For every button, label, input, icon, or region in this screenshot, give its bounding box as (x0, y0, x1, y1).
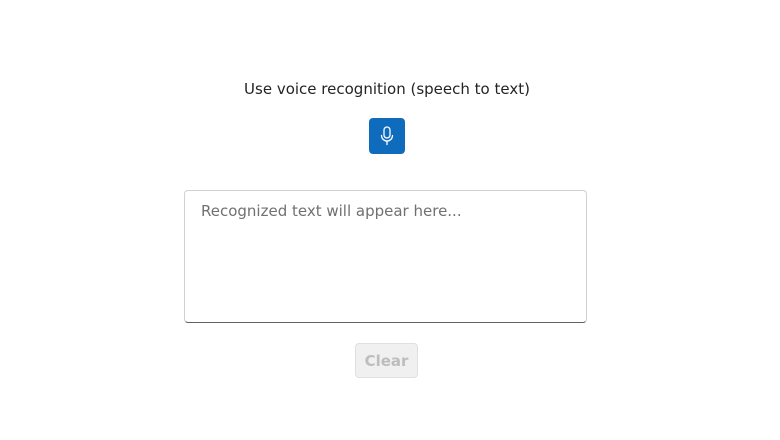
transcript-textarea[interactable] (185, 191, 586, 322)
transcript-box (184, 190, 587, 323)
page-title: Use voice recognition (speech to text) (244, 80, 530, 98)
start-voice-recognition-button[interactable] (369, 118, 405, 154)
clear-button[interactable]: Clear (355, 343, 418, 378)
speech-to-text-panel: Use voice recognition (speech to text) C… (0, 0, 780, 440)
microphone-icon (380, 126, 394, 146)
